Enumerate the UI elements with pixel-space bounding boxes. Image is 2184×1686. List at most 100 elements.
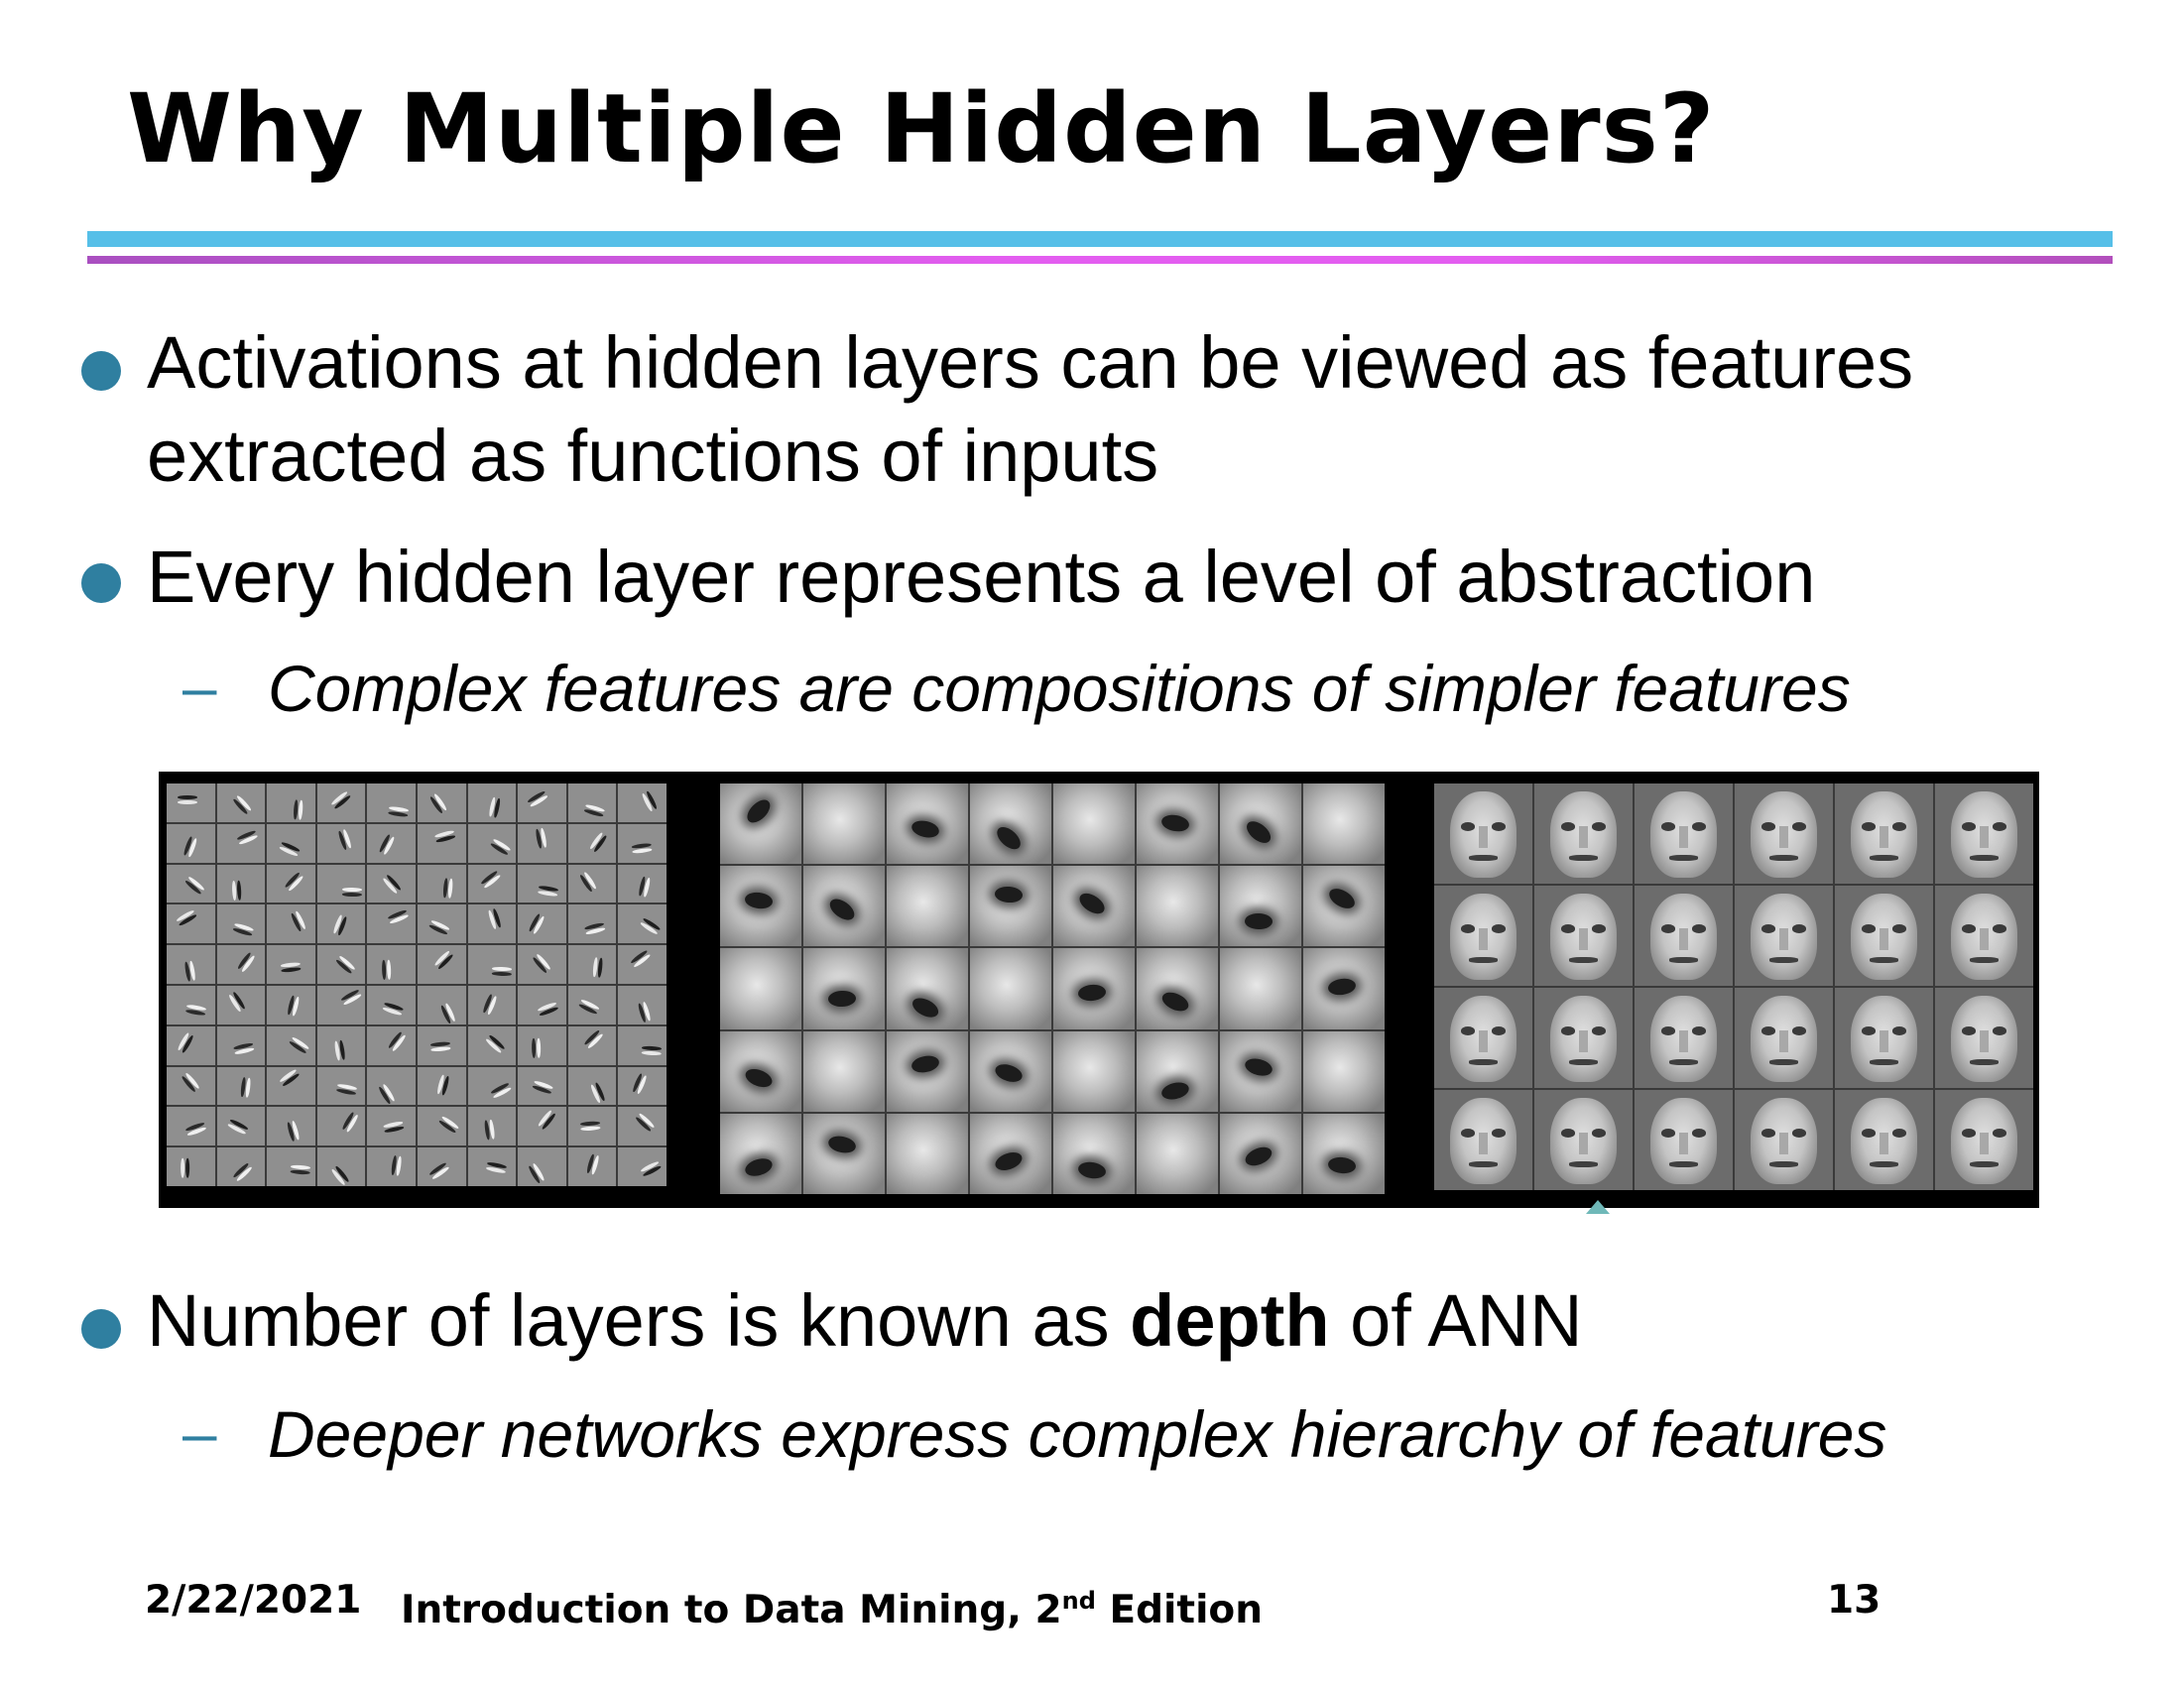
edge-filter-tile — [518, 1147, 566, 1186]
face-feature — [1560, 1129, 1576, 1139]
face-feature — [1460, 1026, 1476, 1036]
face-part-tile — [720, 1113, 801, 1194]
face-shape — [1750, 1098, 1818, 1184]
edge-filter-tile — [618, 783, 667, 822]
face-part-tile — [803, 1113, 885, 1194]
face-tile — [1534, 988, 1633, 1088]
bullet-2-sub-text: Complex features are compositions of sim… — [268, 652, 1851, 725]
face-feature — [1980, 1029, 1989, 1053]
edge-filter-tile — [267, 945, 315, 984]
edge-filter-tile — [518, 783, 566, 822]
feature-hierarchy-image — [159, 772, 2039, 1208]
edge-stroke — [344, 1113, 359, 1134]
edge-filter-tile — [518, 1025, 566, 1065]
face-feature — [1679, 825, 1688, 849]
face-tile — [1434, 783, 1532, 884]
footer-book-title-main: Introduction to Data Mining, 2 — [401, 1588, 1062, 1632]
face-tile — [1434, 886, 1532, 986]
edge-stroke — [186, 1126, 207, 1138]
edge-stroke — [541, 1112, 557, 1132]
edge-stroke — [643, 877, 652, 899]
face-part-tile — [720, 866, 801, 947]
edge-filter-tile — [567, 904, 617, 944]
edge-stroke — [597, 957, 604, 979]
face-feature — [1660, 1129, 1676, 1139]
face-tile — [1835, 886, 1933, 986]
edge-stroke — [585, 802, 606, 813]
edge-stroke — [341, 888, 363, 893]
face-shape — [1850, 1098, 1918, 1184]
face-shape — [1750, 791, 1818, 878]
edge-filter-tile — [417, 1107, 466, 1146]
face-part-tile — [1303, 948, 1385, 1029]
face-feature — [1560, 924, 1576, 934]
edge-stroke — [291, 1120, 301, 1142]
edge-stroke — [177, 794, 198, 799]
title-divider-blue — [87, 231, 2113, 247]
bullet-2-text: Every hidden layer represents a level of… — [147, 536, 1816, 618]
bullet-3-sub-text: Deeper networks express complex hierarch… — [268, 1397, 1887, 1471]
edge-stroke — [186, 837, 198, 858]
edge-stroke — [235, 794, 253, 812]
face-part-shape — [1325, 884, 1358, 912]
face-shape — [1549, 1098, 1618, 1184]
face-part-shape — [910, 1053, 940, 1075]
edge-stroke — [636, 1074, 649, 1095]
edge-stroke — [290, 1164, 311, 1170]
edge-stroke — [594, 1081, 607, 1102]
face-shape — [1850, 894, 1918, 980]
edge-filter-tile — [267, 904, 315, 944]
face-part-shape — [827, 990, 856, 1008]
edge-filter-tile — [618, 823, 667, 863]
edge-filter-tile — [267, 1066, 315, 1106]
edge-filter-tile — [467, 1147, 517, 1186]
edge-filter-tile — [618, 1066, 667, 1106]
edge-filter-tile — [618, 864, 667, 903]
face-feature — [1479, 1132, 1488, 1155]
edge-filter-tile — [316, 904, 366, 944]
edge-filter-tile — [417, 1066, 466, 1106]
face-feature — [1880, 927, 1888, 951]
edge-filter-tile — [316, 1147, 366, 1186]
face-tile — [1735, 1090, 1833, 1190]
edge-stroke — [537, 1038, 542, 1059]
edge-stroke — [382, 835, 396, 856]
edge-filter-tile — [167, 985, 215, 1024]
edge-stroke — [492, 907, 503, 929]
edge-filter-tile — [467, 945, 517, 984]
face-feature — [1579, 927, 1588, 951]
face-part-shape — [742, 1065, 775, 1092]
edge-filter-tile — [267, 1107, 315, 1146]
edge-stroke — [492, 1086, 513, 1100]
face-feature — [1579, 1029, 1588, 1053]
edge-stroke — [540, 827, 548, 849]
face-feature — [1568, 1161, 1599, 1167]
edge-filter-tile — [216, 864, 266, 903]
edge-filter-tile — [316, 864, 366, 903]
face-feature — [1869, 1161, 1899, 1167]
face-part-shape — [992, 822, 1025, 854]
edge-filter-tile — [467, 1025, 517, 1065]
face-feature — [1479, 1029, 1488, 1053]
edge-stroke — [280, 967, 302, 974]
face-part-shape — [1242, 1055, 1274, 1079]
edge-filter-tile — [618, 1147, 667, 1186]
face-tile — [1434, 1090, 1532, 1190]
face-feature — [1969, 1161, 2000, 1167]
face-part-tile — [1137, 866, 1218, 947]
edge-filter-tile — [267, 1025, 315, 1065]
face-feature — [1691, 822, 1707, 832]
face-tile — [1935, 886, 2033, 986]
edge-filter-tile — [367, 904, 416, 944]
face-part-tile — [1220, 1113, 1301, 1194]
face-shape — [1449, 791, 1517, 878]
face-shape — [1950, 996, 2018, 1082]
face-part-tile — [970, 783, 1051, 865]
face-feature — [1660, 924, 1676, 934]
edge-stroke — [432, 792, 448, 812]
edge-filter-tile — [267, 864, 315, 903]
face-feature — [1760, 1026, 1776, 1036]
edge-stroke — [429, 1046, 451, 1052]
edge-filter-tile — [467, 783, 517, 822]
edge-filter-tile — [367, 945, 416, 984]
